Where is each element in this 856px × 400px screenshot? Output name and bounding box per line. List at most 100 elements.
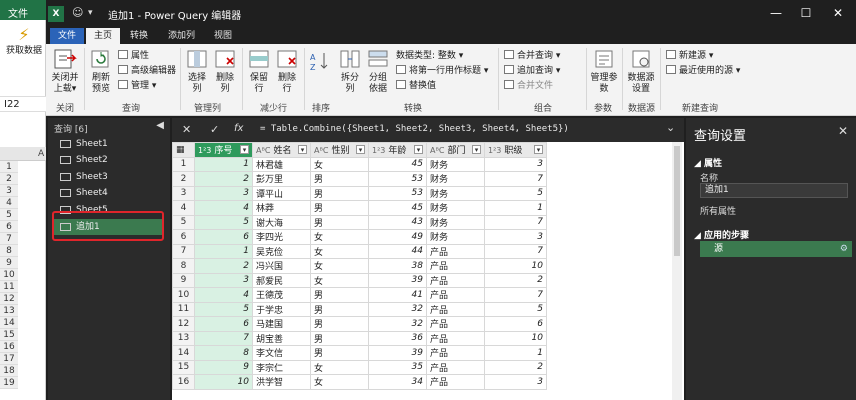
table-cell[interactable]: 3 — [484, 156, 547, 172]
column-type-icon[interactable]: 1²3 — [488, 146, 501, 155]
table-cell[interactable]: 男 — [310, 287, 369, 303]
table-cell[interactable]: 4 — [194, 287, 253, 303]
minimize-button[interactable]: — — [766, 5, 786, 21]
table-cell[interactable]: 男 — [310, 345, 369, 361]
table-cell[interactable]: 6 — [484, 316, 547, 332]
column-header[interactable]: AᴮC 性别 ▾ — [310, 142, 369, 158]
table-cell[interactable]: 3 — [194, 185, 253, 201]
column-header[interactable]: 1²3 年龄 ▾ — [368, 142, 427, 158]
query-item[interactable]: Sheet4 — [54, 185, 162, 201]
table-cell[interactable]: 2 — [194, 171, 253, 187]
table-cell[interactable]: 45 — [368, 200, 427, 216]
row-number[interactable]: 16 — [172, 374, 195, 390]
combine-files-button[interactable]: 合并文件 — [504, 80, 553, 92]
table-cell[interactable]: 3 — [194, 272, 253, 288]
row-number[interactable]: 13 — [172, 330, 195, 346]
table-cell[interactable]: 女 — [310, 156, 369, 172]
cancel-icon[interactable]: ✕ — [182, 123, 191, 136]
table-cell[interactable]: 财务 — [426, 200, 485, 216]
excel-row-number[interactable]: 7 — [0, 233, 18, 245]
quick-access-dropdown-icon[interactable]: ▾ — [88, 8, 93, 18]
row-number[interactable]: 14 — [172, 345, 195, 361]
table-cell[interactable]: 36 — [368, 330, 427, 346]
column-type-icon[interactable]: 1²3 — [372, 146, 385, 155]
column-filter-dropdown-icon[interactable]: ▾ — [298, 145, 307, 155]
excel-row-number[interactable]: 11 — [0, 281, 18, 293]
tab-view[interactable]: 视图 — [206, 28, 240, 44]
table-cell[interactable]: 产品 — [426, 345, 485, 361]
table-cell[interactable]: 45 — [368, 156, 427, 172]
table-cell[interactable]: 32 — [368, 301, 427, 317]
table-cell[interactable]: 10 — [484, 258, 547, 274]
column-header[interactable]: AᴮC 姓名 ▾ — [252, 142, 311, 158]
column-header[interactable]: AᴮC 部门 ▾ — [426, 142, 485, 158]
name-box[interactable]: I22 — [0, 96, 46, 112]
table-cell[interactable]: 4 — [194, 200, 253, 216]
table-cell[interactable]: 男 — [310, 301, 369, 317]
maximize-button[interactable]: ☐ — [796, 5, 816, 21]
table-cell[interactable]: 李宗仁 — [252, 359, 311, 375]
table-cell[interactable]: 男 — [310, 316, 369, 332]
table-cell[interactable]: 2 — [194, 258, 253, 274]
table-cell[interactable]: 34 — [368, 374, 427, 390]
table-cell[interactable]: 林莽 — [252, 200, 311, 216]
get-data-button[interactable]: ⚡ 获取数据 — [4, 26, 44, 57]
table-cell[interactable]: 8 — [194, 345, 253, 361]
row-number[interactable]: 7 — [172, 243, 195, 259]
excel-row-number[interactable]: 2 — [0, 173, 18, 185]
row-number[interactable]: 11 — [172, 301, 195, 317]
column-type-icon[interactable]: AᴮC — [256, 146, 271, 155]
merge-queries-button[interactable]: 合并查询 ▾ — [504, 50, 560, 62]
table-cell[interactable]: 女 — [310, 359, 369, 375]
table-cell[interactable]: 43 — [368, 214, 427, 230]
table-cell[interactable]: 产品 — [426, 359, 485, 375]
table-cell[interactable]: 5 — [484, 185, 547, 201]
column-a-header[interactable]: A — [38, 149, 44, 159]
data-source-settings-button[interactable]: 数据源设置 — [626, 48, 656, 95]
choose-columns-button[interactable]: 选择列 — [184, 48, 210, 95]
table-cell[interactable]: 1 — [194, 156, 253, 172]
excel-row-number[interactable]: 9 — [0, 257, 18, 269]
table-cell[interactable]: 女 — [310, 272, 369, 288]
table-cell[interactable]: 3 — [484, 374, 547, 390]
split-column-button[interactable]: 拆分列 — [338, 48, 362, 95]
excel-row-number[interactable]: 4 — [0, 197, 18, 209]
column-filter-dropdown-icon[interactable]: ▾ — [240, 145, 249, 155]
collapse-queries-icon[interactable]: ◀ — [156, 120, 164, 131]
table-cell[interactable]: 马建国 — [252, 316, 311, 332]
excel-row-number[interactable]: 8 — [0, 245, 18, 257]
table-cell[interactable]: 产品 — [426, 272, 485, 288]
vertical-scrollbar[interactable] — [672, 142, 682, 400]
table-cell[interactable]: 1 — [484, 200, 547, 216]
properties-section-header[interactable]: ◢ 属性 — [694, 156, 722, 169]
column-filter-dropdown-icon[interactable]: ▾ — [534, 145, 543, 155]
remove-columns-button[interactable]: 删除列 — [212, 48, 238, 95]
table-cell[interactable]: 女 — [310, 258, 369, 274]
table-cell[interactable]: 李文信 — [252, 345, 311, 361]
fx-icon[interactable]: fx — [234, 123, 243, 134]
table-cell[interactable]: 于学忠 — [252, 301, 311, 317]
table-cell[interactable]: 39 — [368, 272, 427, 288]
manage-params-button[interactable]: 管理参数 — [590, 48, 618, 95]
table-cell[interactable]: 1 — [484, 345, 547, 361]
excel-row-number[interactable]: 13 — [0, 305, 18, 317]
column-type-icon[interactable]: 1²3 — [198, 146, 211, 155]
table-cell[interactable]: 女 — [310, 243, 369, 259]
table-cell[interactable]: 冯兴国 — [252, 258, 311, 274]
excel-row-number[interactable]: 16 — [0, 341, 18, 353]
table-cell[interactable]: 7 — [194, 330, 253, 346]
table-cell[interactable]: 女 — [310, 229, 369, 245]
gear-icon[interactable]: ⚙ — [840, 241, 848, 257]
table-cell[interactable]: 10 — [194, 374, 253, 390]
row-number[interactable]: 3 — [172, 185, 195, 201]
table-cell[interactable]: 男 — [310, 171, 369, 187]
append-queries-button[interactable]: 追加查询 ▾ — [504, 65, 560, 77]
manage-button[interactable]: 管理 ▾ — [118, 80, 156, 92]
table-cell[interactable]: 7 — [484, 214, 547, 230]
table-cell[interactable]: 2 — [484, 359, 547, 375]
table-cell[interactable]: 39 — [368, 345, 427, 361]
excel-row-number[interactable]: 15 — [0, 329, 18, 341]
table-cell[interactable]: 32 — [368, 316, 427, 332]
query-item[interactable]: Sheet3 — [54, 169, 162, 185]
row-number[interactable]: 9 — [172, 272, 195, 288]
